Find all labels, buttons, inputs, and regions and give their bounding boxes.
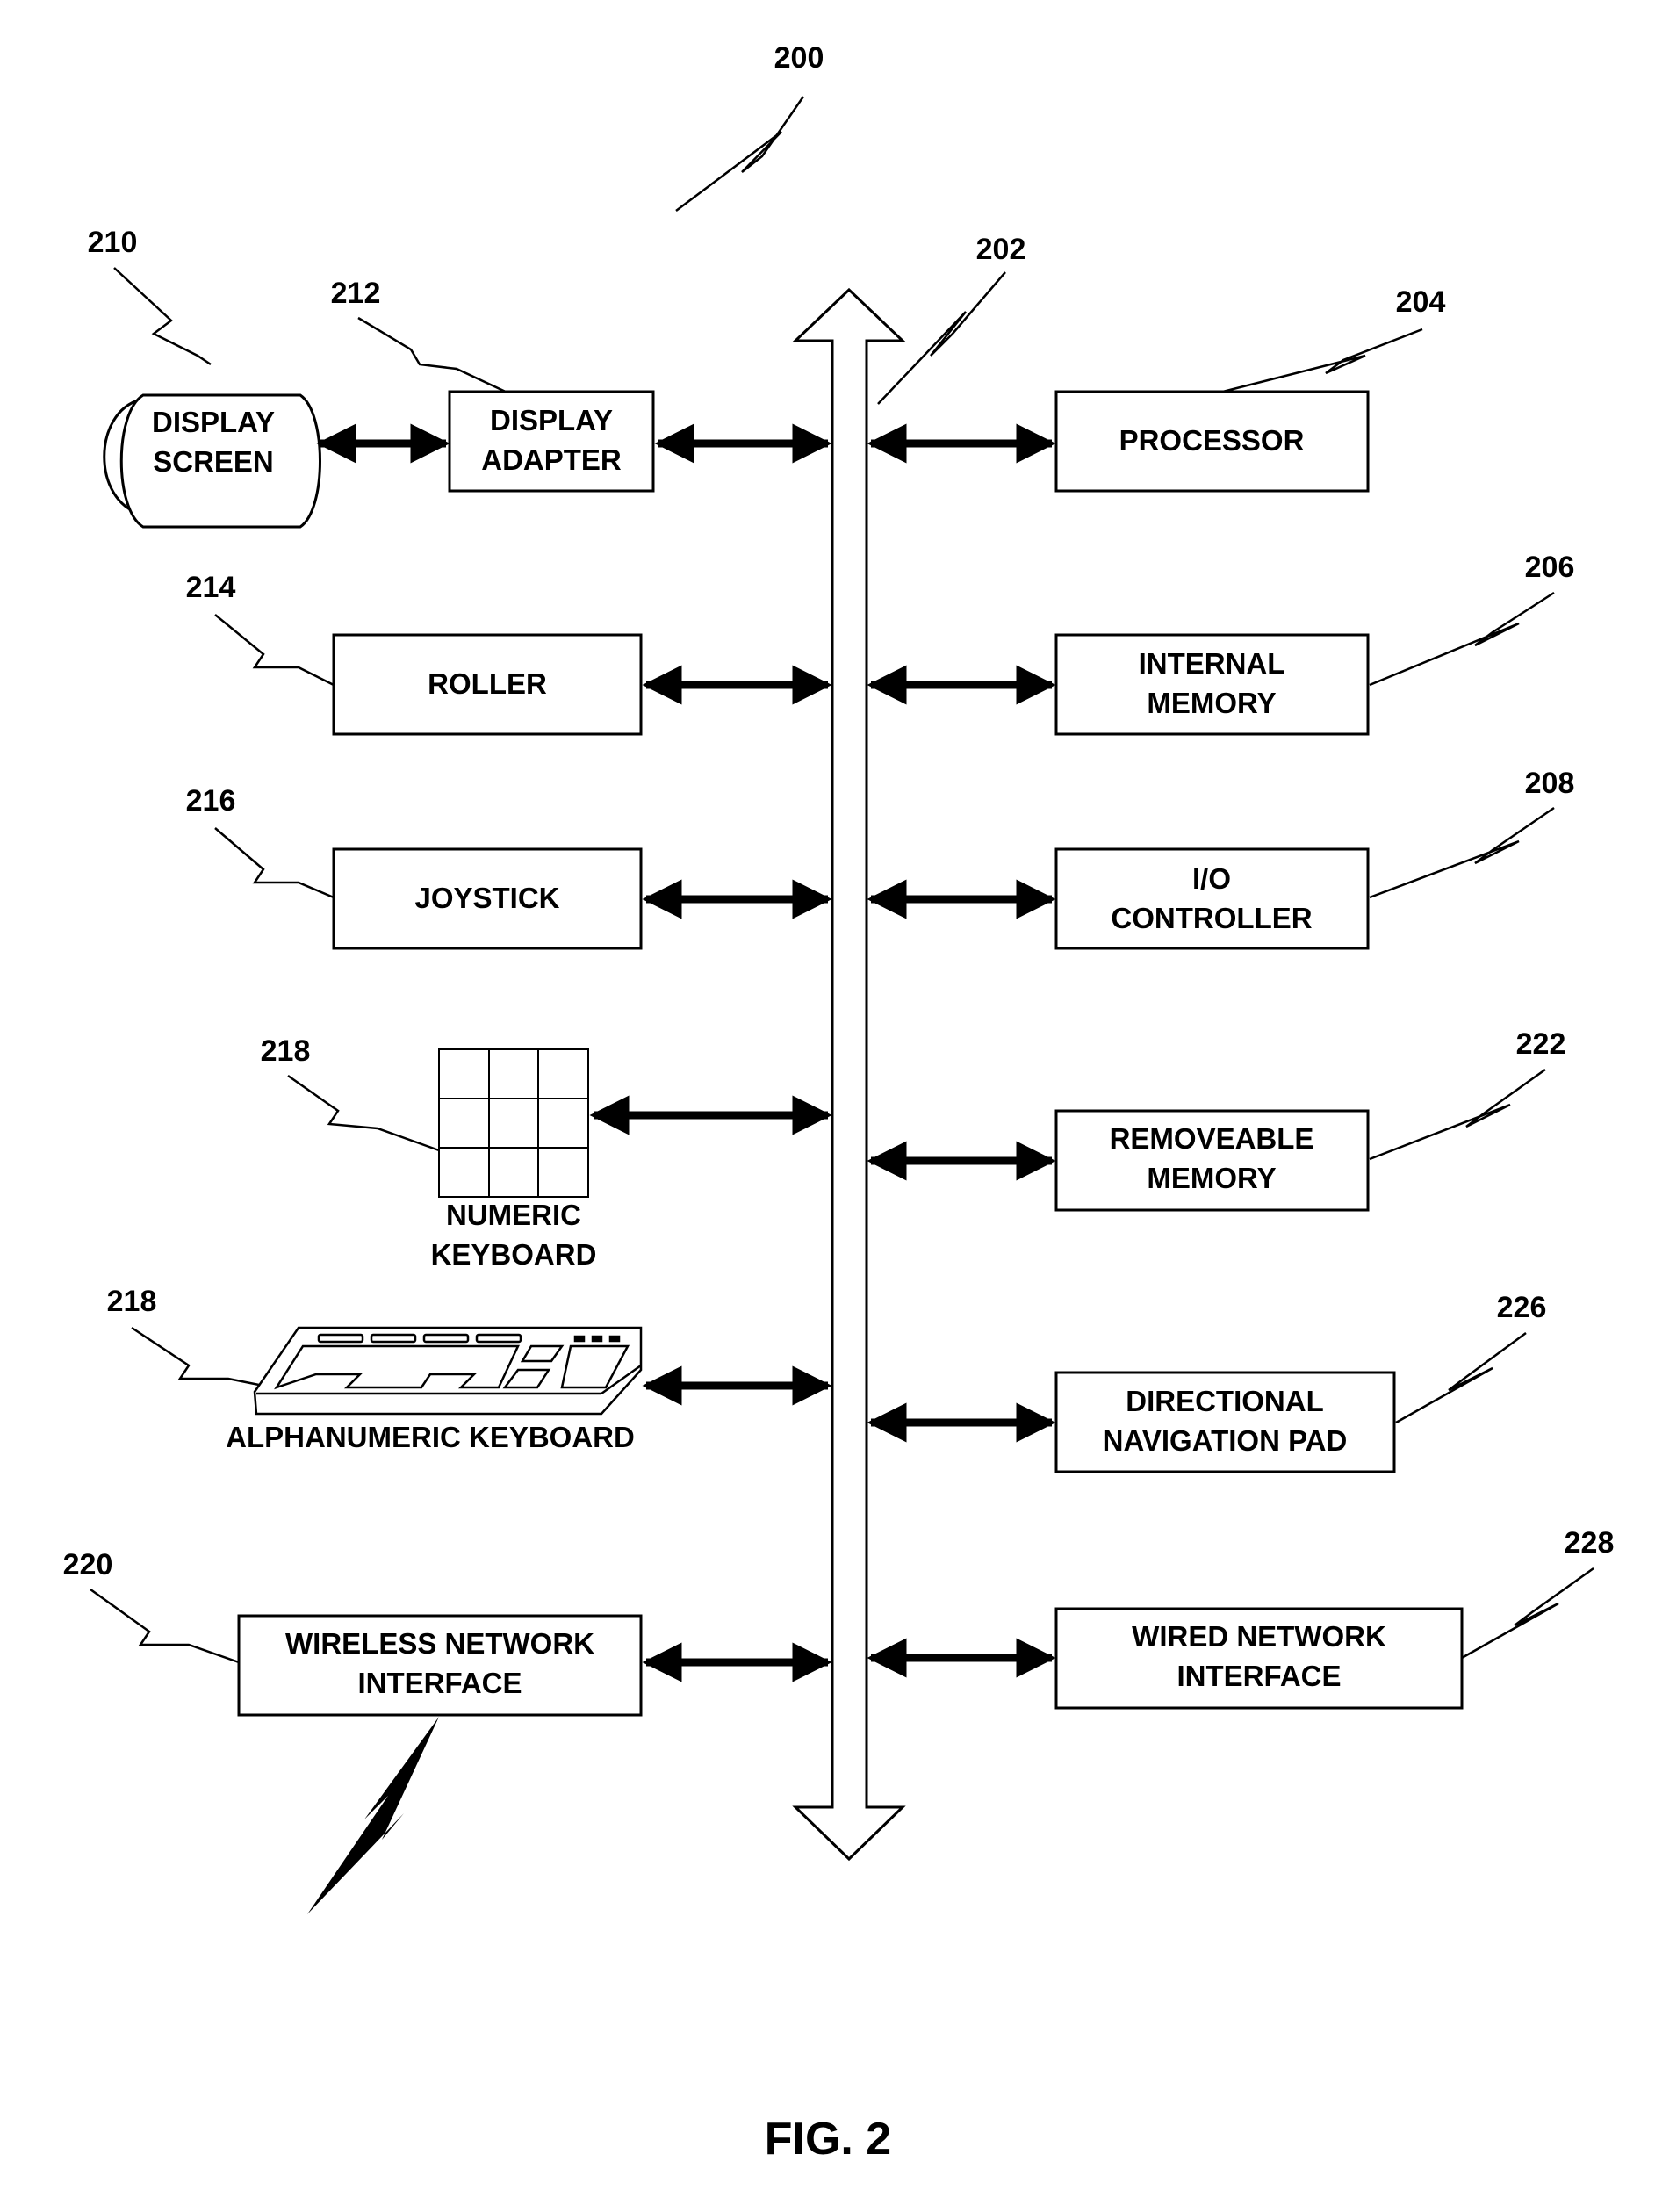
display-screen-line1: DISPLAY: [152, 406, 275, 438]
wireless-network-interface-line1: WIRELESS NETWORK: [285, 1627, 594, 1660]
io-controller-line1: I/O: [1192, 862, 1231, 895]
wireless-network-interface-line2: INTERFACE: [357, 1667, 522, 1699]
ref-label-218-alpha: 218: [107, 1285, 157, 1318]
leader-208: [1369, 806, 1555, 899]
leader-218-alpha: [131, 1326, 273, 1389]
leader-218-numeric: [287, 1074, 440, 1152]
leader-226: [1395, 1331, 1527, 1424]
leader-220: [90, 1588, 240, 1664]
io-controller-line2: CONTROLLER: [1111, 902, 1312, 934]
ref-label-216: 216: [186, 784, 236, 818]
alphanumeric-keyboard-label: ALPHANUMERIC KEYBOARD: [226, 1421, 635, 1453]
leader-210: [113, 267, 212, 366]
leader-228: [1461, 1567, 1594, 1660]
ref-label-202: 202: [976, 233, 1026, 266]
leader-206: [1369, 591, 1555, 687]
joystick-label: JOYSTICK: [414, 882, 559, 914]
display-adapter-line2: ADAPTER: [481, 443, 622, 476]
alphanumeric-keyboard-icon: [253, 1326, 643, 1416]
block-diagram: 200 202 210 DISPLAY SCREEN 212 DISPLAY A…: [63, 41, 1615, 2165]
removeable-memory-line2: MEMORY: [1147, 1162, 1276, 1194]
numeric-keyboard-line2: KEYBOARD: [431, 1238, 597, 1271]
system-bus: [792, 287, 906, 1862]
display-screen-line2: SCREEN: [153, 445, 274, 478]
leader-212: [357, 316, 510, 395]
removeable-memory-line1: REMOVEABLE: [1110, 1122, 1314, 1155]
ref-label-210: 210: [88, 226, 138, 259]
directional-navigation-pad-line2: NAVIGATION PAD: [1103, 1424, 1348, 1457]
ref-label-206: 206: [1525, 551, 1575, 584]
ref-label-226: 226: [1497, 1291, 1547, 1324]
leader-200: [675, 96, 805, 212]
leader-204: [1215, 328, 1423, 395]
roller-label: ROLLER: [428, 667, 547, 700]
ref-label-220: 220: [63, 1548, 113, 1582]
ref-label-214: 214: [186, 571, 236, 604]
figure-title: FIG. 2: [765, 2114, 891, 2165]
wired-network-interface-line1: WIRED NETWORK: [1132, 1620, 1386, 1653]
leader-214: [214, 614, 335, 687]
ref-label-222: 222: [1516, 1027, 1566, 1061]
ref-label-204: 204: [1396, 285, 1446, 319]
leader-216: [214, 827, 335, 899]
wireless-signal-icon: [307, 1717, 439, 1914]
numeric-keypad-icon: [438, 1048, 589, 1198]
directional-navigation-pad-line1: DIRECTIONAL: [1126, 1385, 1324, 1417]
display-adapter-line1: DISPLAY: [490, 404, 613, 436]
ref-label-200: 200: [774, 41, 824, 75]
ref-label-218-numeric: 218: [261, 1034, 311, 1068]
ref-label-208: 208: [1525, 767, 1575, 800]
ref-label-212: 212: [331, 277, 381, 310]
processor-label: PROCESSOR: [1119, 424, 1305, 457]
internal-memory-line1: INTERNAL: [1139, 647, 1285, 680]
ref-label-228: 228: [1565, 1526, 1615, 1560]
wired-network-interface-line2: INTERFACE: [1176, 1660, 1341, 1692]
internal-memory-line2: MEMORY: [1147, 687, 1276, 719]
numeric-keyboard-line1: NUMERIC: [446, 1199, 581, 1231]
leader-222: [1369, 1068, 1546, 1161]
